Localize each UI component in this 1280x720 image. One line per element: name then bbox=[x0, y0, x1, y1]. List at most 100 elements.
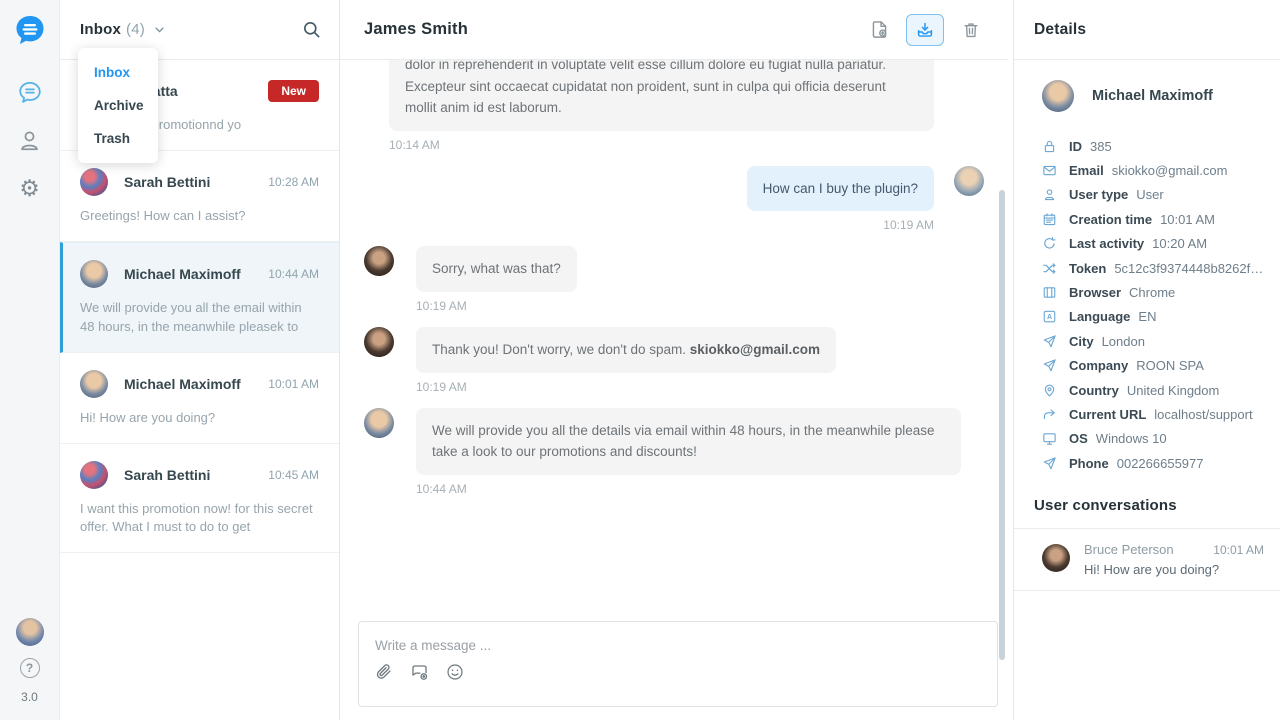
dropdown-menu-item[interactable]: Inbox bbox=[78, 56, 158, 89]
message-avatar bbox=[364, 246, 394, 276]
message-avatar bbox=[364, 408, 394, 438]
app-version: 3.0 bbox=[21, 690, 38, 704]
app-rail: ⚙ ? 3.0 bbox=[0, 0, 60, 720]
details-field-list: ID 385 Email skiokko@gmail.com User type… bbox=[1042, 134, 1266, 475]
message-row: Sorry, what was that? 10:19 AM bbox=[364, 246, 984, 313]
user-conversation-avatar bbox=[1042, 544, 1070, 572]
details-field-row: Token 5c12c3f9374448b8262f5b... bbox=[1042, 256, 1266, 280]
details-field-row: ID 385 bbox=[1042, 134, 1266, 158]
field-value: EN bbox=[1138, 309, 1156, 324]
conversation-avatar bbox=[80, 260, 108, 288]
message-avatar bbox=[954, 166, 984, 196]
calendar-icon bbox=[1042, 212, 1058, 227]
conversation-list-item[interactable]: Michael Maximoff 10:44 AM We will provid… bbox=[60, 242, 339, 353]
conversation-avatar bbox=[80, 370, 108, 398]
user-conversations-title: User conversations bbox=[1014, 475, 1280, 528]
field-value: User bbox=[1136, 187, 1163, 202]
current-user-avatar[interactable] bbox=[16, 618, 44, 646]
message-avatar bbox=[364, 327, 394, 357]
conversation-preview: We will provide you all the email within… bbox=[80, 299, 319, 337]
message-row: Thank you! Don't worry, we don't do spam… bbox=[364, 327, 984, 394]
conversation-preview: Hi! How are you doing? bbox=[80, 409, 319, 428]
message-row: We will provide you all the details via … bbox=[364, 408, 984, 496]
inbox-count: (4) bbox=[126, 21, 145, 38]
field-value: skiokko@gmail.com bbox=[1112, 163, 1228, 178]
conversation-time: 10:28 AM bbox=[268, 175, 319, 189]
details-field-row: OS Windows 10 bbox=[1042, 427, 1266, 451]
export-conversation-icon[interactable] bbox=[906, 14, 944, 46]
conversation-preview: I want this promotion now! for this secr… bbox=[80, 500, 319, 538]
message-list: dolor in reprehenderit in voluptate veli… bbox=[340, 60, 1008, 496]
conversation-name: Sarah Bettini bbox=[124, 174, 268, 190]
field-value: 5c12c3f9374448b8262f5b... bbox=[1114, 261, 1266, 276]
nav-settings-icon[interactable]: ⚙ bbox=[17, 175, 43, 201]
field-label: ID bbox=[1069, 139, 1082, 154]
refresh-icon bbox=[1042, 236, 1058, 251]
details-field-row: Phone 002266655977 bbox=[1042, 451, 1266, 475]
conversation-time: 10:01 AM bbox=[268, 377, 319, 391]
dropdown-menu-item[interactable]: Archive bbox=[78, 89, 158, 122]
inbox-filter-button[interactable]: Inbox (4) bbox=[80, 21, 165, 38]
field-label: Last activity bbox=[1069, 236, 1144, 251]
message-bubble: How can I buy the plugin? bbox=[747, 166, 934, 212]
canned-response-icon[interactable] bbox=[410, 663, 429, 682]
conversation-name: Michael Maximoff bbox=[124, 266, 268, 282]
details-field-row: Creation time 10:01 AM bbox=[1042, 207, 1266, 231]
message-row: How can I buy the plugin? 10:19 AM bbox=[364, 166, 984, 233]
user-conversation-item[interactable]: Bruce Peterson 10:01 AM Hi! How are you … bbox=[1014, 529, 1280, 591]
details-field-row: Email skiokko@gmail.com bbox=[1042, 158, 1266, 182]
message-timestamp: 10:44 AM bbox=[416, 482, 961, 496]
details-field-row: Country United Kingdom bbox=[1042, 378, 1266, 402]
conversation-list-item[interactable]: Sarah Bettini 10:28 AM Greetings! How ca… bbox=[60, 151, 339, 242]
field-value: Windows 10 bbox=[1096, 431, 1167, 446]
field-label: City bbox=[1069, 334, 1094, 349]
message-timestamp: 10:19 AM bbox=[416, 299, 577, 313]
help-icon[interactable]: ? bbox=[20, 658, 40, 678]
conversation-time: 10:45 AM bbox=[268, 468, 319, 482]
nav-conversations-icon[interactable] bbox=[17, 79, 43, 105]
nav-users-icon[interactable] bbox=[17, 127, 43, 153]
field-label: Country bbox=[1069, 383, 1119, 398]
conversation-avatar bbox=[80, 168, 108, 196]
inbox-dropdown-menu: Inbox Archive Trash bbox=[78, 48, 158, 163]
conversation-list-item[interactable]: Sarah Bettini 10:45 AM I want this promo… bbox=[60, 444, 339, 554]
redirect-icon bbox=[1042, 407, 1058, 422]
new-badge: New bbox=[268, 80, 319, 102]
field-label: Language bbox=[1069, 309, 1130, 324]
add-note-icon[interactable] bbox=[864, 15, 894, 45]
conversation-preview: Greetings! How can I assist? bbox=[80, 207, 319, 226]
app-logo-icon bbox=[13, 13, 47, 47]
dropdown-menu-item[interactable]: Trash bbox=[78, 122, 158, 155]
message-row: dolor in reprehenderit in voluptate veli… bbox=[364, 60, 984, 152]
conversation-time: 10:44 AM bbox=[268, 267, 319, 281]
field-value: Chrome bbox=[1129, 285, 1175, 300]
message-composer bbox=[358, 621, 998, 707]
attach-file-icon[interactable] bbox=[375, 663, 393, 682]
field-value: 10:01 AM bbox=[1160, 212, 1215, 227]
language-icon: A bbox=[1042, 309, 1058, 324]
emoji-icon[interactable] bbox=[446, 663, 464, 682]
delete-conversation-icon[interactable] bbox=[956, 15, 986, 45]
user-conversation-name: Bruce Peterson bbox=[1084, 542, 1213, 557]
svg-text:A: A bbox=[1047, 315, 1052, 322]
search-icon[interactable] bbox=[302, 20, 321, 39]
field-label: Phone bbox=[1069, 456, 1109, 471]
field-label: User type bbox=[1069, 187, 1128, 202]
field-value: 10:20 AM bbox=[1152, 236, 1207, 251]
chat-header: James Smith bbox=[340, 0, 1008, 60]
field-label: Token bbox=[1069, 261, 1106, 276]
message-timestamp: 10:14 AM bbox=[389, 138, 934, 152]
conversations-panel: Inbox (4) sa Satta New not help me promo… bbox=[60, 0, 340, 720]
message-bubble: dolor in reprehenderit in voluptate veli… bbox=[389, 60, 934, 131]
user-conversation-preview: Hi! How are you doing? bbox=[1084, 562, 1264, 577]
message-input[interactable] bbox=[359, 622, 933, 657]
field-value: 385 bbox=[1090, 139, 1112, 154]
pin-icon bbox=[1042, 383, 1058, 398]
chat-scrollbar[interactable] bbox=[999, 190, 1005, 660]
field-value: ROON SPA bbox=[1136, 358, 1204, 373]
chat-contact-name: James Smith bbox=[364, 20, 468, 39]
message-bubble: Thank you! Don't worry, we don't do spam… bbox=[416, 327, 836, 373]
conversation-list-item[interactable]: Michael Maximoff 10:01 AM Hi! How are yo… bbox=[60, 353, 339, 444]
send-icon bbox=[1042, 334, 1058, 349]
details-field-row: Last activity 10:20 AM bbox=[1042, 232, 1266, 256]
